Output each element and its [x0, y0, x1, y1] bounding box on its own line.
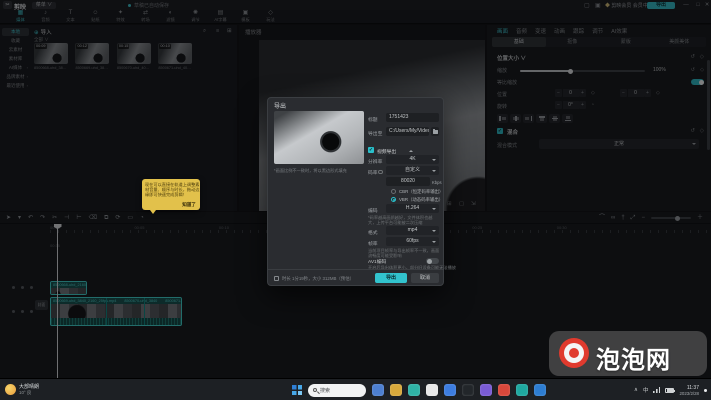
store-icon[interactable]: [444, 384, 456, 396]
cbr-label: CBR（恒定码率输出）: [399, 189, 443, 195]
app-teal-icon[interactable]: [516, 384, 528, 396]
path-input[interactable]: C:/Users/My/Videos/JianyingPro…: [386, 127, 429, 136]
fps-select[interactable]: 60fps: [386, 237, 439, 246]
chevron-down-icon: [432, 159, 436, 161]
format-select[interactable]: mp4: [386, 226, 439, 235]
paopao-logo-icon: [559, 338, 589, 368]
duration-icon: [274, 276, 279, 281]
name-label: 标题: [368, 116, 378, 123]
windows-taskbar: 大部晴朗 10° 良 搜索: [0, 378, 711, 400]
export-meta-info: 时长 1分19秒，大小 312MB（预估）: [282, 276, 354, 282]
taskbar-search[interactable]: 搜索: [308, 384, 366, 397]
taskbar-center: 搜索: [292, 379, 546, 400]
weather-condition[interactable]: 大部晴朗: [19, 383, 39, 390]
fps-hint: 当前项目帧率与导出帧率不一致，画面流畅度可能受影响: [368, 248, 440, 258]
export-dialog: 导出 *画面比例不一致时，将以黑边形式填充 标题 1751423 导出至 C:/…: [267, 97, 444, 286]
tooltip-got-it-button[interactable]: 知道了: [182, 202, 196, 208]
chevron-down-icon: [432, 170, 436, 172]
path-label: 导出至: [368, 130, 382, 137]
battery-icon[interactable]: [665, 388, 674, 393]
file-explorer-icon[interactable]: [390, 384, 402, 396]
export-preview-caption: *画面比例不一致时，将以黑边形式填充: [274, 168, 347, 174]
folder-browse-button[interactable]: [431, 127, 439, 136]
ime-indicator[interactable]: 中: [643, 386, 649, 394]
av1-toggle[interactable]: [426, 258, 439, 264]
bitrate-mode-select[interactable]: 自定义: [386, 166, 439, 175]
photos-icon[interactable]: [480, 384, 492, 396]
chevron-down-icon: [432, 208, 436, 210]
bitrate-input[interactable]: 80020: [386, 177, 430, 186]
taskbar-clock[interactable]: 11:37 2023/2/28: [679, 385, 699, 396]
codec-label: 编码: [368, 207, 378, 214]
capcut-window: ✂ 剪映 菜单 ∨ 草稿已自动保存 ▢ ▣ ◆ 剪映会员 会员中心 导出 — □…: [0, 0, 711, 400]
av1-label: AV1编码: [368, 258, 386, 265]
start-button[interactable]: [292, 385, 302, 395]
vscode-icon[interactable]: [534, 384, 546, 396]
watermark-text: 泡泡网: [596, 340, 671, 375]
video-export-checkbox[interactable]: ✓: [368, 147, 374, 153]
app-red-icon[interactable]: [498, 384, 510, 396]
bitrate-label: 码率: [368, 169, 378, 176]
system-tray: ∧ 中 11:37 2023/2/28: [634, 379, 707, 400]
edge-icon[interactable]: [408, 384, 420, 396]
info-icon: [378, 170, 383, 175]
fps-label: 帧率: [368, 240, 378, 247]
resolution-label: 分辨率: [368, 158, 382, 165]
collapse-chevron-icon[interactable]: [409, 150, 413, 152]
tutorial-tooltip: 现在可以直接在轨道上调整素 材音量、顺序与时长，拖动边 缘即可快速完成剪辑！ 知…: [142, 179, 200, 210]
chevron-down-icon: [432, 241, 436, 243]
resolution-select[interactable]: 4K: [386, 155, 439, 164]
chrome-icon[interactable]: [426, 384, 438, 396]
search-icon: [313, 388, 317, 392]
capcut-icon[interactable]: [462, 384, 474, 396]
paopao-watermark: 泡泡网: [549, 331, 707, 376]
codec-select[interactable]: H.264: [386, 204, 439, 213]
folder-icon: [433, 130, 438, 134]
tray-expand-icon[interactable]: ∧: [634, 387, 638, 393]
name-input[interactable]: 1751423: [386, 113, 439, 122]
cbr-radio[interactable]: [391, 189, 396, 194]
bitrate-unit: Kbps: [432, 180, 442, 185]
vbr-radio[interactable]: [391, 197, 396, 202]
export-cancel-button[interactable]: 取消: [411, 273, 439, 283]
export-confirm-button[interactable]: 导出: [375, 273, 407, 283]
codec-hint: *码率越高画质越好，文件体积也越大，上传平台可能被二次压缩: [368, 215, 440, 225]
weather-icon[interactable]: [5, 384, 16, 395]
notification-dot[interactable]: [704, 389, 707, 392]
weather-detail: 10° 良: [19, 390, 31, 396]
dialog-title: 导出: [274, 101, 286, 110]
chevron-down-icon: [432, 230, 436, 232]
export-preview: [274, 111, 364, 164]
task-view-icon[interactable]: [372, 384, 384, 396]
vbr-label: VBR（动态码率输出）: [399, 197, 443, 203]
video-export-label: 视频导出: [377, 148, 396, 155]
network-icon[interactable]: [653, 387, 660, 393]
format-label: 格式: [368, 229, 378, 236]
